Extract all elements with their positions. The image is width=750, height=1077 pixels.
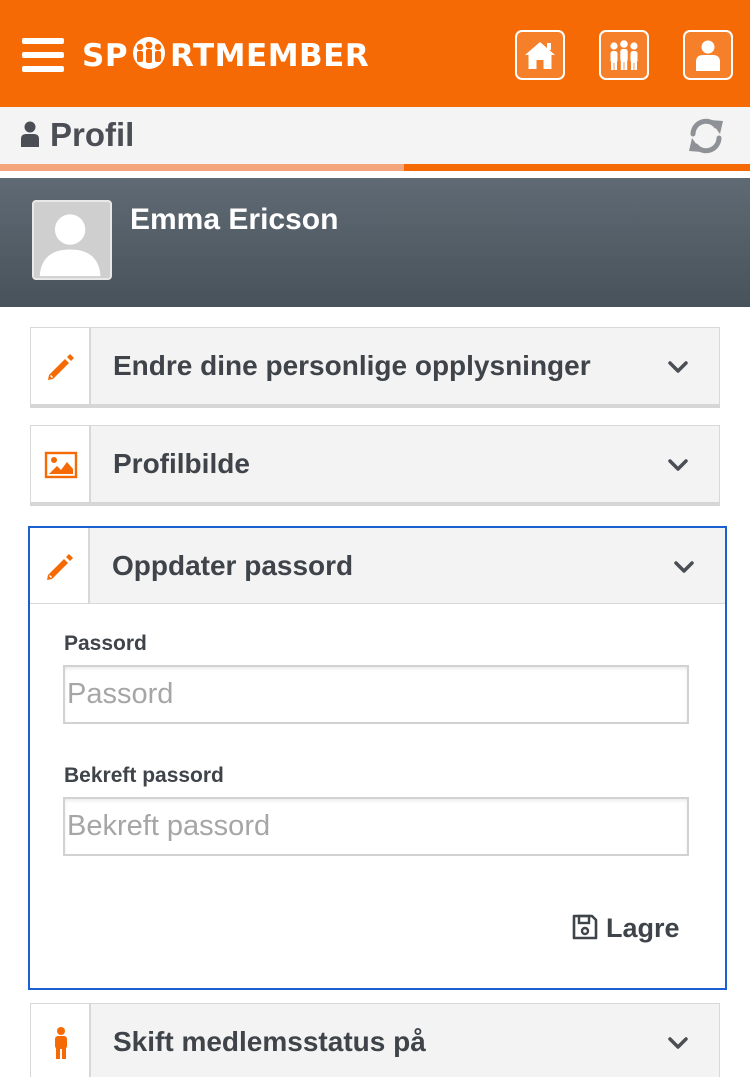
save-label: Lagre bbox=[606, 913, 680, 943]
brand-text-left: SP bbox=[82, 38, 129, 74]
tab-indicator-inactive bbox=[0, 164, 404, 171]
section-header[interactable]: Oppdater passord bbox=[30, 528, 725, 604]
top-bar: SP RTMEMBER bbox=[0, 0, 750, 107]
hamburger-icon[interactable] bbox=[22, 38, 64, 72]
profile-name: Emma Ericson bbox=[130, 203, 339, 236]
brand-logo[interactable]: SP RTMEMBER bbox=[82, 36, 369, 76]
user-icon bbox=[21, 121, 39, 147]
chevron-down-icon bbox=[668, 1037, 688, 1049]
person-icon bbox=[55, 1027, 67, 1059]
avatar-placeholder-icon bbox=[39, 214, 101, 277]
home-icon bbox=[525, 42, 555, 69]
section-profile-picture[interactable]: Profilbilde bbox=[30, 425, 720, 506]
members-button[interactable] bbox=[599, 30, 649, 80]
brand-text-right: RTMEMBER bbox=[170, 38, 370, 74]
save-button[interactable]: Lagre bbox=[572, 913, 680, 953]
image-icon bbox=[44, 451, 78, 479]
confirm-password-input[interactable] bbox=[63, 797, 689, 856]
section-header[interactable]: Endre dine personlige opplysninger bbox=[31, 328, 719, 404]
section-icon-box bbox=[30, 528, 90, 603]
home-button[interactable] bbox=[515, 30, 565, 80]
profile-icon bbox=[696, 40, 720, 71]
section-title: Oppdater passord bbox=[112, 550, 354, 581]
section-personal-info[interactable]: Endre dine personlige opplysninger bbox=[30, 327, 720, 408]
chevron-down-icon bbox=[674, 561, 694, 573]
section-icon-box bbox=[31, 426, 91, 502]
password-label: Passord bbox=[64, 632, 147, 655]
section-header[interactable]: Skift medlemsstatus på bbox=[31, 1004, 719, 1077]
section-title: Profilbilde bbox=[113, 448, 250, 479]
refresh-icon[interactable] bbox=[686, 117, 726, 155]
section-header[interactable]: Profilbilde bbox=[31, 426, 719, 502]
pencil-icon bbox=[48, 354, 74, 380]
profile-button[interactable] bbox=[683, 30, 733, 80]
section-update-password[interactable]: Oppdater passord Passord Bekreft passord… bbox=[28, 526, 727, 990]
chevron-down-icon bbox=[668, 361, 688, 373]
floppy-disk-icon bbox=[572, 914, 598, 940]
tab-indicator-active bbox=[404, 164, 750, 171]
section-title: Skift medlemsstatus på bbox=[113, 1026, 426, 1057]
confirm-password-label: Bekreft passord bbox=[64, 764, 224, 787]
section-membership-status[interactable]: Skift medlemsstatus på bbox=[30, 1003, 720, 1077]
password-input[interactable] bbox=[63, 665, 689, 724]
section-icon-box bbox=[31, 328, 91, 404]
team-logo-icon bbox=[133, 37, 166, 69]
section-title: Endre dine personlige opplysninger bbox=[113, 350, 591, 381]
pencil-icon bbox=[47, 554, 73, 580]
members-icon bbox=[610, 40, 638, 70]
page-title: Profil bbox=[50, 116, 135, 153]
chevron-down-icon bbox=[668, 459, 688, 471]
avatar[interactable] bbox=[32, 200, 112, 280]
section-icon-box bbox=[31, 1004, 91, 1077]
profile-banner bbox=[0, 178, 750, 307]
